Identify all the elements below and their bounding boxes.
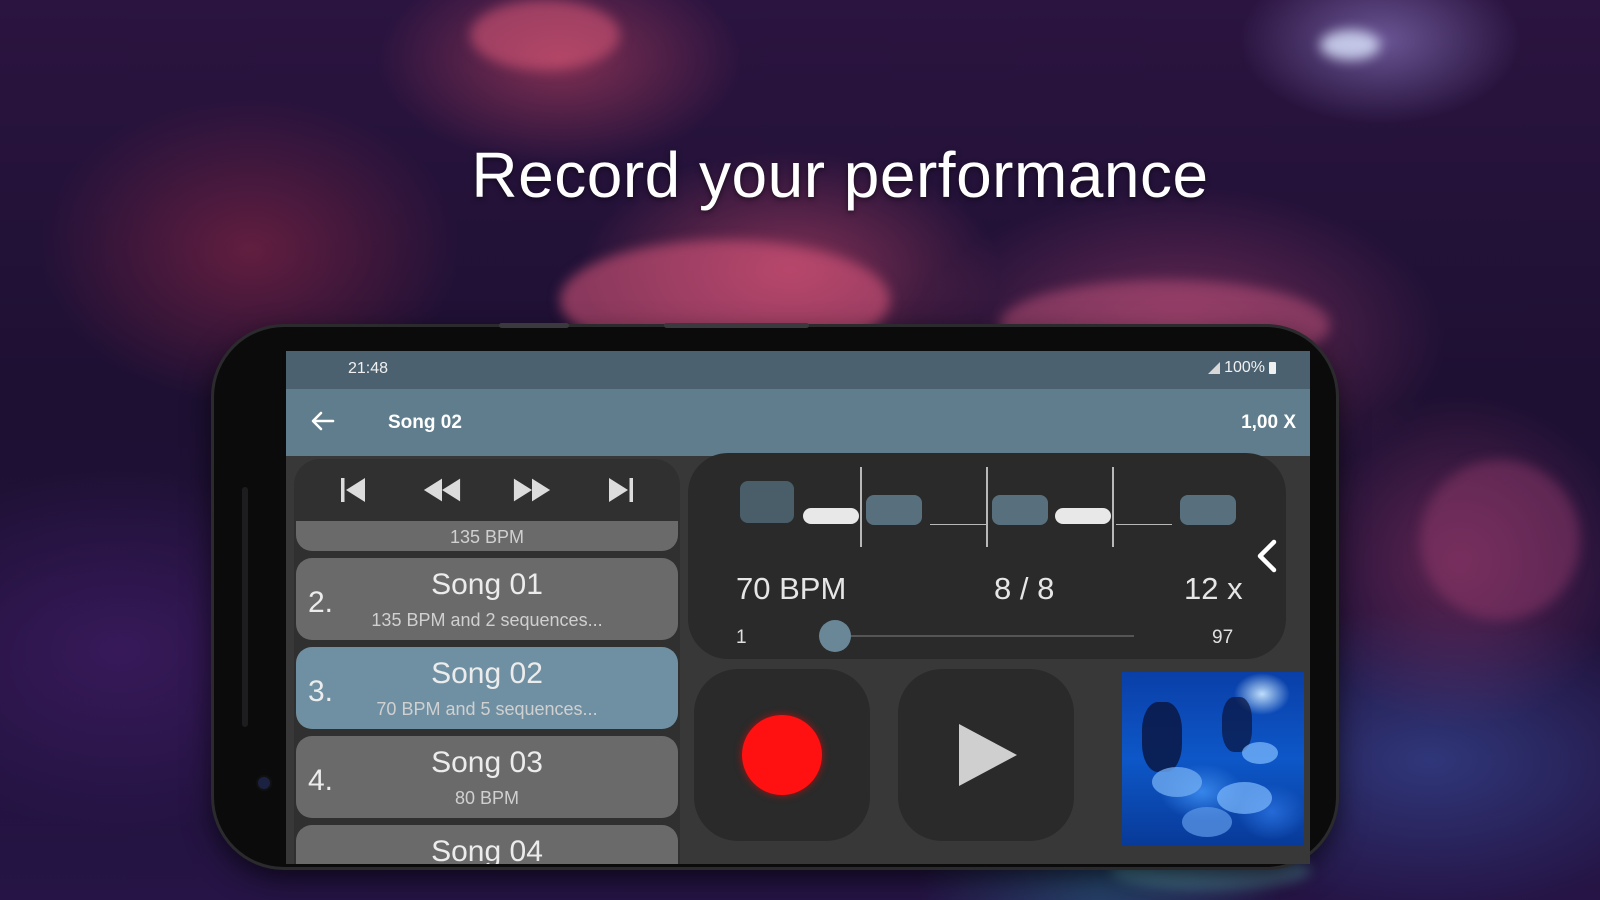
playback-speed[interactable]: 1,00 X	[1241, 412, 1296, 434]
repeat-count[interactable]: 12 x	[1184, 571, 1243, 607]
list-item-active[interactable]: 3. Song 02 70 BPM and 5 sequences...	[296, 647, 678, 729]
time-signature[interactable]: 8 / 8	[994, 571, 1054, 607]
sequence-block[interactable]	[1180, 495, 1236, 525]
skip-to-start-icon	[340, 478, 365, 502]
status-bar: 21:48 100%	[286, 351, 1310, 389]
list-item[interactable]: Song 04	[296, 825, 678, 864]
song-detail: 80 BPM	[454, 788, 520, 808]
record-icon	[742, 715, 822, 795]
sequence-divider	[1112, 467, 1114, 547]
song-number: 4.	[308, 764, 334, 797]
position-min: 1	[736, 627, 747, 648]
record-button[interactable]	[694, 669, 870, 841]
app-screen: 21:48 100% Song 02 1,00 X 135 BPM 2. Son…	[286, 351, 1310, 864]
app-toolbar: Song 02 1,00 X	[286, 389, 1310, 456]
list-item[interactable]: 2. Song 01 135 BPM and 2 sequences...	[296, 558, 678, 640]
chevron-left-icon	[1257, 539, 1277, 573]
sequence-block[interactable]	[992, 495, 1048, 525]
sequence-divider	[860, 467, 862, 547]
play-button[interactable]	[898, 669, 1074, 841]
rewind-icon	[424, 478, 461, 502]
sequence-block[interactable]	[740, 481, 794, 523]
sequence-block[interactable]	[866, 495, 922, 525]
position-slider-knob[interactable]	[819, 620, 851, 652]
rewind-button[interactable]	[422, 470, 462, 510]
headline: Record your performance	[471, 139, 1209, 211]
song-detail: 70 BPM and 5 sequences...	[376, 699, 598, 719]
skip-to-end-icon	[609, 478, 634, 502]
position-slider-track[interactable]	[828, 635, 1134, 637]
signal-icon	[1208, 362, 1221, 374]
sequence-panel: 70 BPM 8 / 8 12 x 1 97	[688, 453, 1286, 659]
sequence-divider	[986, 467, 988, 547]
song-name: Song 04	[431, 835, 543, 864]
position-max: 97	[1212, 627, 1234, 648]
sequence-baseline	[1116, 524, 1172, 525]
battery-icon	[1269, 362, 1276, 374]
play-icon	[959, 724, 1017, 786]
battery-level: 100%	[1224, 359, 1265, 376]
song-detail: 135 BPM	[449, 527, 525, 547]
arrow-left-icon	[311, 411, 335, 431]
skip-to-start-button[interactable]	[333, 470, 373, 510]
fast-forward-button[interactable]	[512, 470, 552, 510]
song-detail: 135 BPM and 2 sequences...	[371, 610, 603, 630]
song-list-panel: 135 BPM 2. Song 01 135 BPM and 2 sequenc…	[294, 459, 680, 864]
sequence-marker[interactable]	[1055, 508, 1111, 524]
tempo-value[interactable]: 70 BPM	[736, 571, 846, 607]
back-button[interactable]	[308, 406, 338, 436]
video-thumbnail[interactable]	[1122, 672, 1304, 846]
camera-icon	[258, 777, 270, 789]
transport-controls	[294, 459, 680, 521]
list-item[interactable]: 4. Song 03 80 BPM	[296, 736, 678, 818]
song-name: Song 02	[431, 657, 543, 690]
fast-forward-icon	[513, 478, 550, 502]
sequence-baseline	[930, 524, 986, 525]
song-name: Song 03	[431, 746, 543, 779]
status-time: 21:48	[348, 360, 389, 377]
sequence-marker[interactable]	[803, 508, 859, 524]
song-title: Song 02	[388, 412, 462, 433]
song-number: 2.	[308, 586, 334, 619]
song-name: Song 01	[431, 568, 543, 601]
song-number: 3.	[308, 675, 334, 708]
collapse-panel-button[interactable]	[1254, 536, 1280, 576]
list-item[interactable]: 135 BPM	[296, 521, 678, 551]
skip-to-end-button[interactable]	[601, 470, 641, 510]
